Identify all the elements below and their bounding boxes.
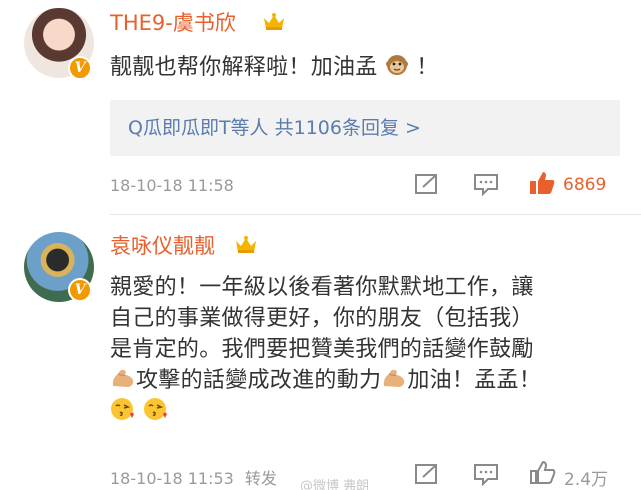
kissing-face-icon (111, 398, 134, 420)
repost-icon[interactable] (413, 172, 441, 196)
verified-badge-icon: V (68, 56, 92, 80)
timestamp: 18-10-18 11:53 转发 (110, 465, 277, 489)
comment-line-4: 攻擊的話變成改進的動力 加油！孟孟！ (110, 365, 610, 396)
comment-line-1: 親愛的！一年級以後看著你默默地工作，讓 (110, 275, 534, 300)
comment-line-5 (110, 396, 610, 428)
thumbs-up-icon[interactable] (528, 460, 556, 486)
comment-line-4a: 攻擊的話變成改進的動力 (136, 368, 382, 393)
comment-text-main: 靓靓也帮你解释啦！加油孟 (110, 55, 378, 80)
flexed-biceps-icon (112, 369, 134, 387)
timestamp-text: 18-10-18 11:53 (110, 469, 234, 488)
comment-icon[interactable] (472, 172, 500, 196)
comment-line-3: 是肯定的。我們要把贊美我們的話變作鼓勵 (110, 337, 534, 362)
username[interactable]: 袁咏仪靓靓 (110, 233, 215, 259)
repost-label[interactable]: 转发 (245, 469, 277, 488)
reply-summary-link[interactable]: Q瓜即瓜即T等人 共1106条回复 > (128, 117, 421, 139)
like-count: 6869 (563, 175, 607, 195)
comment-divider (110, 214, 641, 215)
verified-badge-icon: V (68, 278, 92, 302)
repost-icon[interactable] (413, 462, 441, 486)
flexed-biceps-icon (384, 369, 405, 387)
kissing-face-icon (144, 398, 168, 420)
comment-1: V THE9-虞书欣 靓靓也帮你解释啦！加油孟 ！ Q瓜即瓜即T等人 共1106… (0, 0, 641, 225)
comment-text-suffix: ！ (416, 55, 439, 80)
monkey-emoji-icon (385, 55, 408, 75)
username[interactable]: THE9-虞书欣 (110, 10, 236, 36)
crown-icon (264, 13, 284, 30)
comment-2: V 袁咏仪靓靓 親愛的！一年級以後看著你默默地工作，讓 自己的事業做得更好，你的… (0, 225, 641, 490)
comment-text: 親愛的！一年級以後看著你默默地工作，讓 自己的事業做得更好，你的朋友（包括我） … (110, 272, 610, 428)
crown-icon (236, 236, 256, 253)
like-count: 2.4万 (564, 470, 609, 490)
thumbs-up-icon[interactable] (528, 170, 556, 196)
comment-line-2: 自己的事業做得更好，你的朋友（包括我） (110, 306, 534, 331)
comment-text: 靓靓也帮你解释啦！加油孟 ！ (110, 52, 610, 83)
timestamp: 18-10-18 11:58 (110, 176, 234, 195)
comment-line-4b: 加油！孟孟！ (407, 368, 542, 393)
comment-icon[interactable] (472, 462, 500, 486)
reply-summary-box[interactable]: Q瓜即瓜即T等人 共1106条回复 > (110, 100, 620, 156)
watermark: @微博 弗朗 (300, 479, 370, 490)
